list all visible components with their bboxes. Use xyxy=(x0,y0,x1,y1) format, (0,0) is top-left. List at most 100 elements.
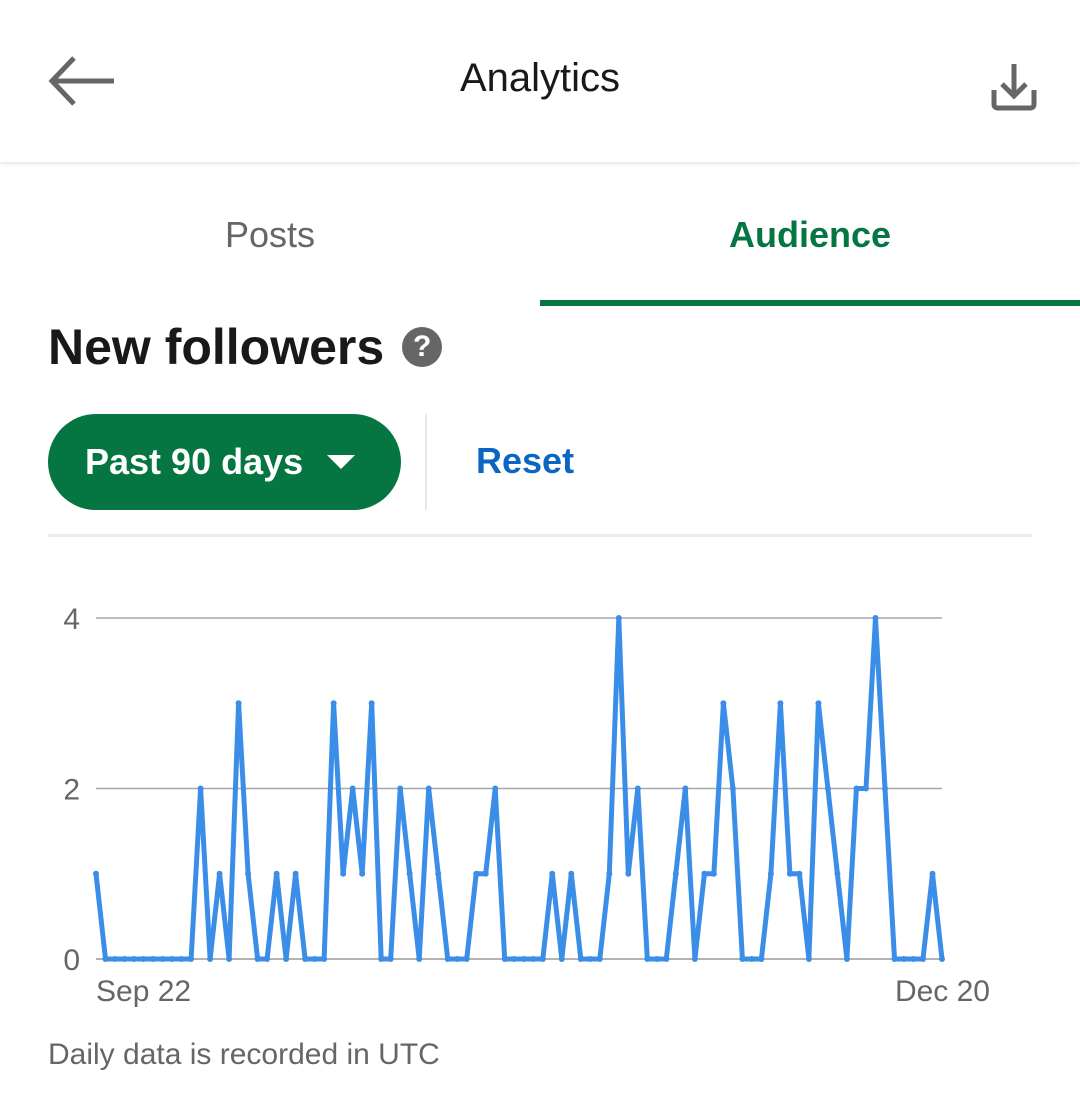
data-point[interactable] xyxy=(340,870,347,877)
data-point[interactable] xyxy=(425,785,432,792)
help-icon[interactable]: ? xyxy=(402,327,443,367)
data-point[interactable] xyxy=(758,956,765,962)
data-point[interactable] xyxy=(910,956,917,962)
data-point[interactable] xyxy=(929,870,936,877)
data-point[interactable] xyxy=(150,956,157,962)
data-point[interactable] xyxy=(330,700,337,707)
data-point[interactable] xyxy=(587,956,594,962)
new-followers-chart: 0 2 4 Sep 22 Dec 20 xyxy=(0,560,1080,1030)
data-point[interactable] xyxy=(558,956,565,962)
data-point[interactable] xyxy=(815,700,822,707)
data-point[interactable] xyxy=(606,870,613,877)
data-point[interactable] xyxy=(824,785,831,792)
data-point[interactable] xyxy=(701,870,708,877)
data-point[interactable] xyxy=(454,956,461,962)
data-point[interactable] xyxy=(644,956,651,962)
data-point[interactable] xyxy=(872,615,879,621)
data-point[interactable] xyxy=(939,956,945,962)
data-point[interactable] xyxy=(302,956,309,962)
data-point[interactable] xyxy=(226,956,233,962)
data-point[interactable] xyxy=(834,870,841,877)
data-point[interactable] xyxy=(881,785,888,792)
data-point[interactable] xyxy=(112,956,119,962)
data-point[interactable] xyxy=(131,956,138,962)
download-icon xyxy=(991,64,1037,111)
data-point[interactable] xyxy=(264,956,271,962)
data-point[interactable] xyxy=(178,956,185,962)
data-point[interactable] xyxy=(188,956,195,962)
data-point[interactable] xyxy=(216,870,223,877)
data-point[interactable] xyxy=(159,956,166,962)
data-point[interactable] xyxy=(416,956,423,962)
tab-audience[interactable]: Audience xyxy=(540,164,1080,306)
data-point[interactable] xyxy=(387,956,394,962)
data-point[interactable] xyxy=(843,956,850,962)
data-point[interactable] xyxy=(634,785,641,792)
data-point[interactable] xyxy=(359,870,366,877)
data-point[interactable] xyxy=(197,785,204,792)
data-point[interactable] xyxy=(245,870,252,877)
data-point[interactable] xyxy=(596,956,603,962)
data-point[interactable] xyxy=(207,956,214,962)
data-point[interactable] xyxy=(710,870,717,877)
data-point[interactable] xyxy=(720,700,727,707)
data-point[interactable] xyxy=(682,785,689,792)
data-point[interactable] xyxy=(169,956,176,962)
data-point[interactable] xyxy=(568,870,575,877)
data-point[interactable] xyxy=(501,956,508,962)
data-point[interactable] xyxy=(93,870,99,877)
data-point[interactable] xyxy=(577,956,584,962)
data-point[interactable] xyxy=(473,870,480,877)
tab-posts[interactable]: Posts xyxy=(0,164,540,306)
download-button[interactable] xyxy=(980,52,1048,120)
data-point[interactable] xyxy=(739,956,746,962)
data-point[interactable] xyxy=(615,615,622,621)
data-point[interactable] xyxy=(321,956,328,962)
data-point[interactable] xyxy=(511,956,518,962)
data-point[interactable] xyxy=(530,956,537,962)
data-point[interactable] xyxy=(625,870,632,877)
data-point[interactable] xyxy=(767,870,774,877)
y-tick-label: 0 xyxy=(63,944,80,977)
data-point[interactable] xyxy=(492,785,499,792)
data-point[interactable] xyxy=(653,956,660,962)
date-range-dropdown[interactable]: Past 90 days xyxy=(48,414,401,510)
data-point[interactable] xyxy=(368,700,375,707)
data-point[interactable] xyxy=(311,956,318,962)
utc-caption: Daily data is recorded in UTC xyxy=(48,1038,440,1071)
data-point[interactable] xyxy=(729,785,736,792)
data-point[interactable] xyxy=(520,956,527,962)
data-point[interactable] xyxy=(691,956,698,962)
data-point[interactable] xyxy=(805,956,812,962)
data-point[interactable] xyxy=(549,870,556,877)
data-point[interactable] xyxy=(482,870,489,877)
data-point[interactable] xyxy=(891,956,898,962)
data-point[interactable] xyxy=(786,870,793,877)
data-point[interactable] xyxy=(283,956,290,962)
data-point[interactable] xyxy=(748,956,755,962)
data-point[interactable] xyxy=(663,956,670,962)
data-point[interactable] xyxy=(140,956,147,962)
data-point[interactable] xyxy=(919,956,926,962)
data-point[interactable] xyxy=(121,956,128,962)
data-point[interactable] xyxy=(900,956,907,962)
data-point[interactable] xyxy=(406,870,413,877)
data-point[interactable] xyxy=(463,956,470,962)
data-point[interactable] xyxy=(672,870,679,877)
data-point[interactable] xyxy=(273,870,280,877)
reset-button[interactable]: Reset xyxy=(476,440,574,482)
data-point[interactable] xyxy=(796,870,803,877)
data-point[interactable] xyxy=(102,956,109,962)
data-point[interactable] xyxy=(777,700,784,707)
data-point[interactable] xyxy=(292,870,299,877)
data-point[interactable] xyxy=(862,785,869,792)
data-point[interactable] xyxy=(349,785,356,792)
data-point[interactable] xyxy=(235,700,242,707)
data-point[interactable] xyxy=(539,956,546,962)
data-point[interactable] xyxy=(378,956,385,962)
data-point[interactable] xyxy=(254,956,261,962)
data-point[interactable] xyxy=(444,956,451,962)
data-point[interactable] xyxy=(435,870,442,877)
data-point[interactable] xyxy=(853,785,860,792)
data-point[interactable] xyxy=(397,785,404,792)
